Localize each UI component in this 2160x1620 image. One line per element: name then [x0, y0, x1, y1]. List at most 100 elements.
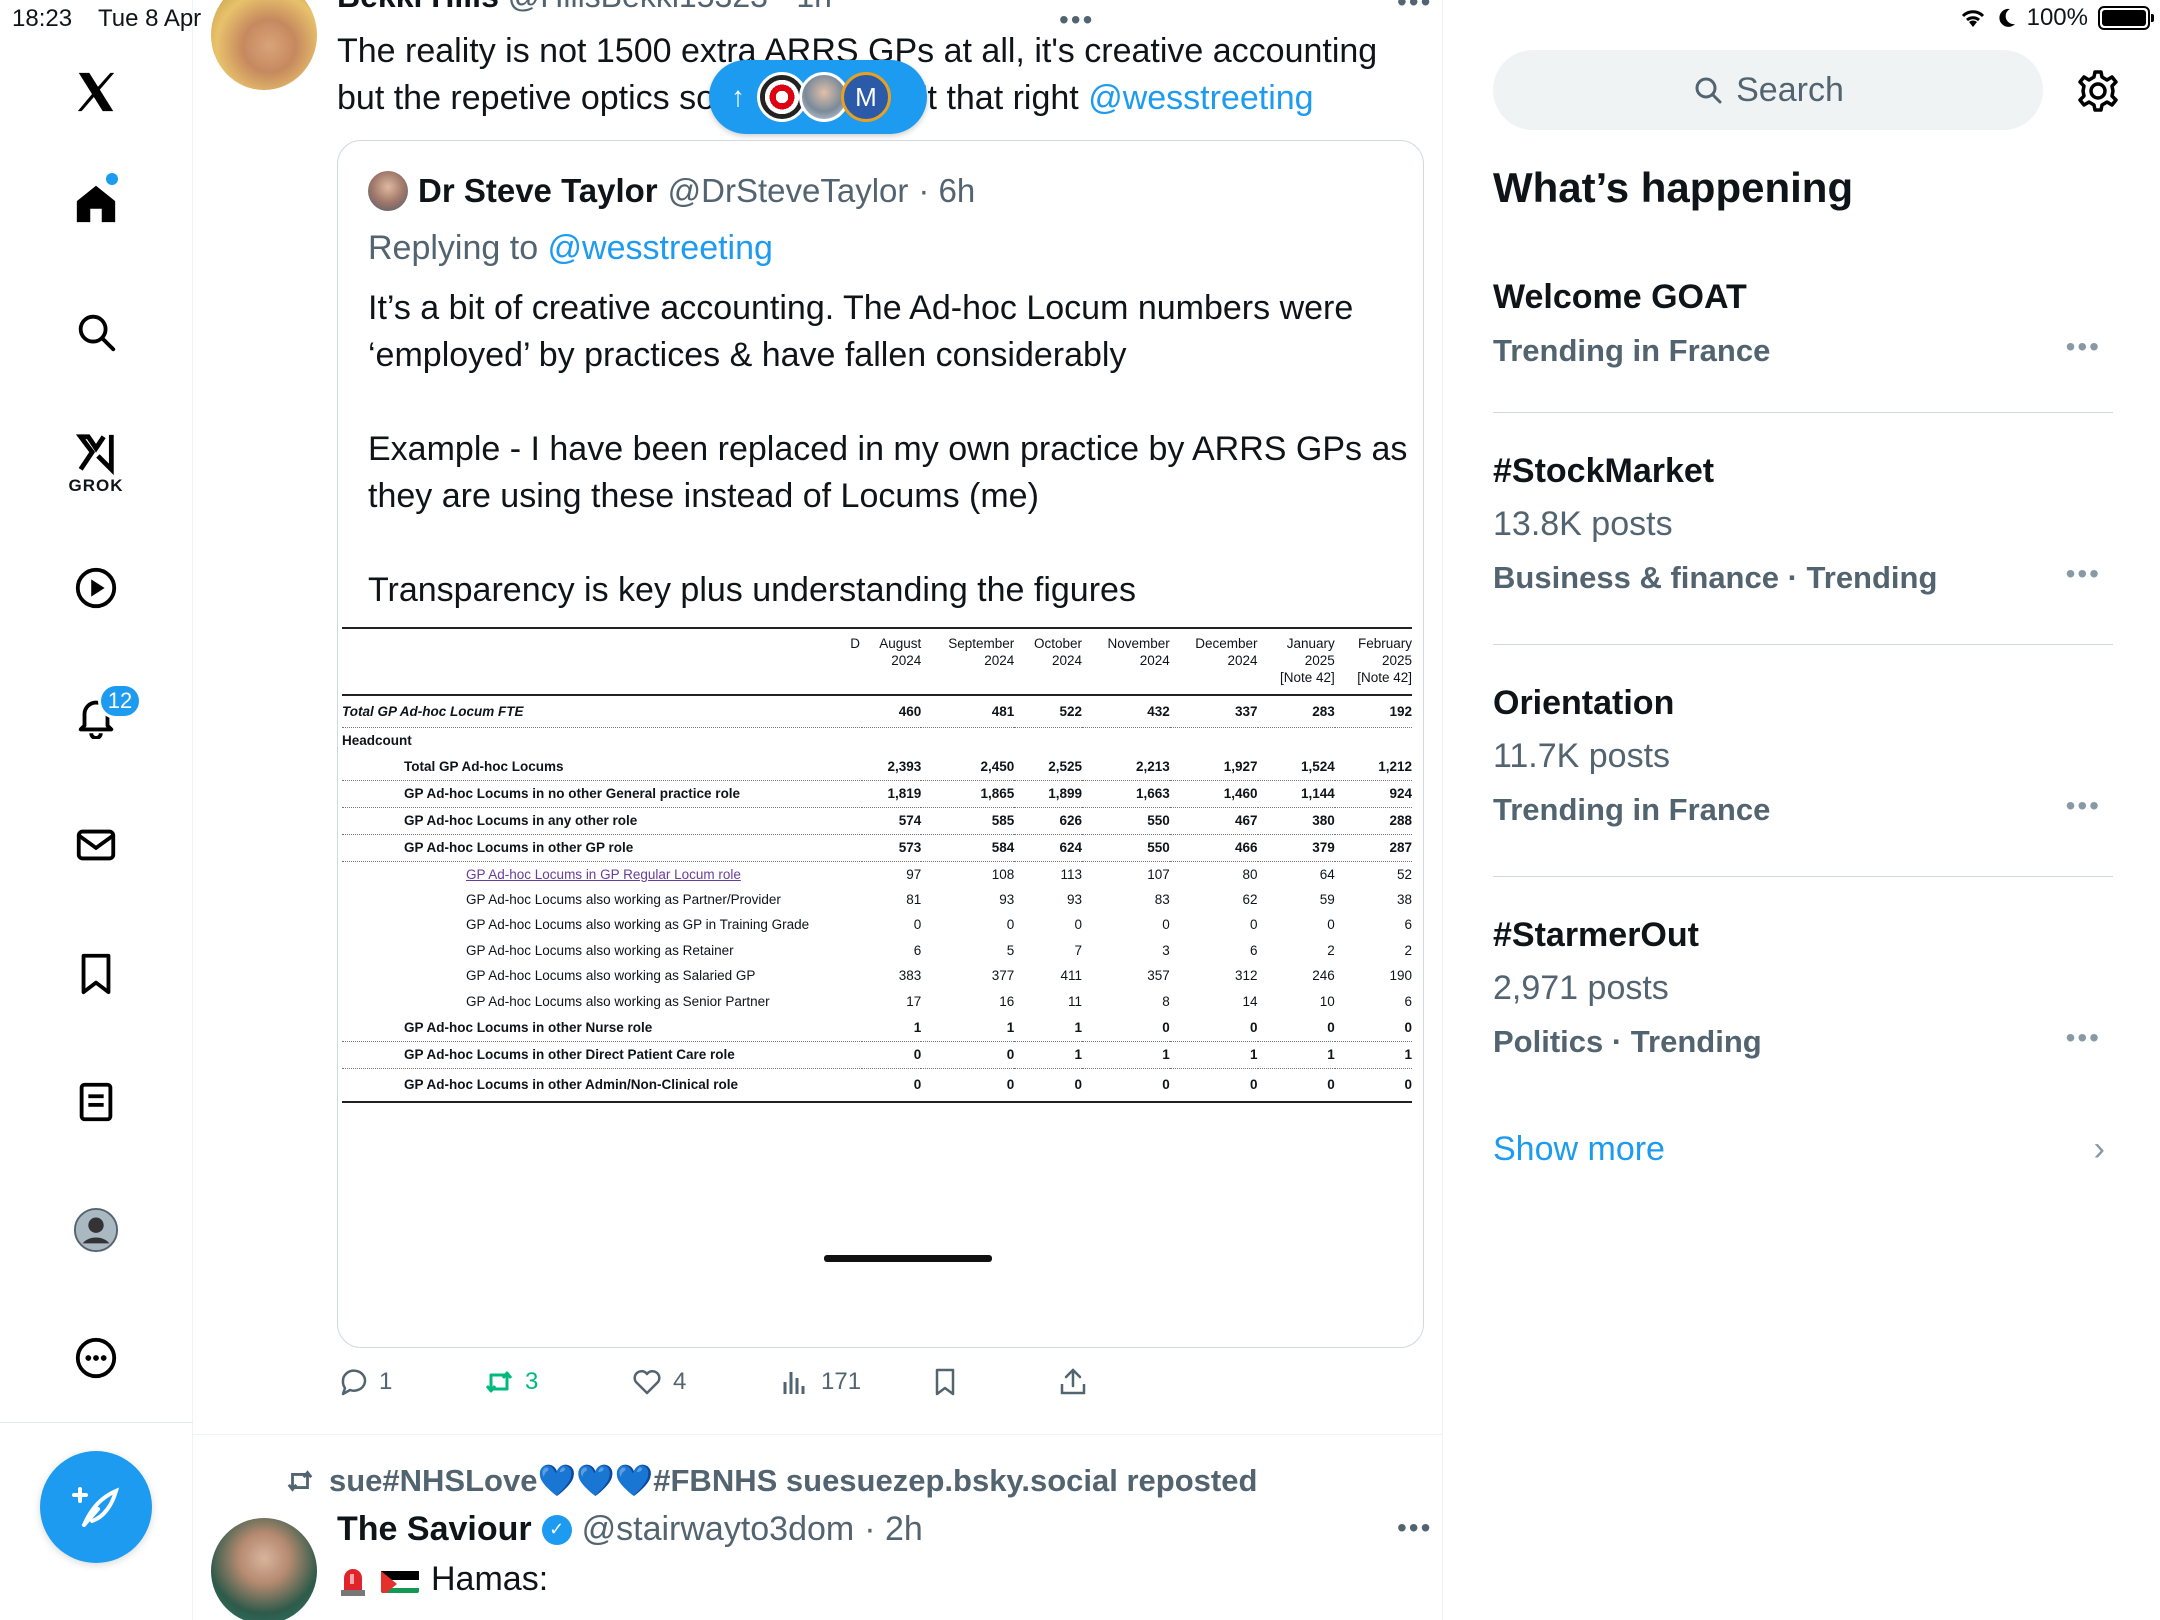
- new-posts-pill[interactable]: ↑ M: [709, 60, 927, 134]
- cell-value: [1258, 727, 1335, 753]
- whats-happening-title: What’s happening: [1493, 164, 1854, 211]
- bookmark-icon: [935, 1368, 955, 1396]
- col-header: September 2024: [921, 627, 1015, 696]
- table-row: GP Ad-hoc Locums in GP Regular Locum rol…: [342, 861, 1412, 887]
- mention-link[interactable]: @wesstreeting: [1088, 79, 1313, 117]
- cell-value: 0: [1250, 917, 1258, 933]
- more-icon[interactable]: [66, 1328, 126, 1388]
- trend-more-icon[interactable]: •••: [2066, 331, 2101, 363]
- profile-icon[interactable]: [66, 1200, 126, 1260]
- trend-divider: [1493, 412, 2113, 413]
- repost-context[interactable]: sue#NHSLove💙💙💙#FBNHS suesuezep.bsky.soci…: [283, 1462, 1257, 1499]
- compose-button[interactable]: [40, 1451, 152, 1563]
- cell-value: 0: [1169, 1068, 1258, 1103]
- like-button[interactable]: 4: [631, 1366, 686, 1398]
- row-label: GP Ad-hoc Locums also working as Senior …: [342, 989, 862, 1015]
- cell-value: 0: [862, 1068, 922, 1103]
- share-button[interactable]: [1057, 1366, 1089, 1398]
- cell-value: 59: [1319, 891, 1335, 907]
- table-image[interactable]: D August 2024 September 2024 October 2024 Nove…: [338, 627, 1423, 1262]
- quote-header: Dr Steve Taylor @DrSteveTaylor · 6h: [368, 171, 975, 211]
- cell-value: 6: [913, 942, 922, 958]
- cell-value: 0: [1014, 1068, 1082, 1103]
- views-button[interactable]: 171: [779, 1366, 861, 1398]
- trend-item[interactable]: #StarmerOut 2,971 posts Politics · Trend…: [1493, 916, 2113, 1060]
- chevron-right-icon: ›: [2093, 1130, 2105, 1168]
- bookmarks-icon[interactable]: [66, 943, 126, 1003]
- col-header-year: 2024: [984, 653, 1015, 668]
- cell-value: 107: [1147, 866, 1170, 882]
- cell-value: 2,213: [1082, 753, 1170, 781]
- row-label: GP Ad-hoc Locums also working as Salarie…: [342, 963, 862, 989]
- row-label: GP Ad-hoc Locums in other Nurse role: [342, 1014, 862, 1042]
- cell-value: 1,899: [1014, 780, 1082, 808]
- lists-icon[interactable]: [66, 1072, 126, 1132]
- more-options-icon[interactable]: •••: [1397, 1512, 1432, 1544]
- cell-value: 52: [1396, 866, 1412, 882]
- table-row: GP Ad-hoc Locums in other GP role 573 584 6…: [342, 834, 1412, 862]
- cell-value: 0: [862, 1041, 922, 1069]
- trend-item[interactable]: #StockMarket 13.8K posts Business & fina…: [1493, 452, 2113, 596]
- cell-value: 113: [1060, 866, 1082, 882]
- trend-item[interactable]: Orientation 11.7K posts Trending in Fran…: [1493, 684, 2113, 828]
- cell-value: 1: [862, 1014, 922, 1042]
- left-nav: GROK 12: [0, 0, 193, 1620]
- cell-value: 1,144: [1257, 780, 1335, 808]
- replying-to-handle[interactable]: @wesstreeting: [548, 229, 773, 267]
- video-icon[interactable]: [66, 558, 126, 618]
- author-handle[interactable]: @stairwayto3dom: [582, 1510, 855, 1549]
- table-row: Total GP Ad-hoc Locum FTE 460 481 522 432 337…: [342, 695, 1412, 728]
- reply-icon: [341, 1369, 367, 1396]
- cell-value: 108: [991, 866, 1015, 882]
- table-row: GP Ad-hoc Locums also working as Senior …: [342, 989, 1412, 1015]
- bookmark-button[interactable]: [929, 1366, 961, 1398]
- cell-value: 7: [1074, 942, 1082, 958]
- trend-more-icon[interactable]: •••: [2066, 1022, 2101, 1054]
- grok-icon[interactable]: [66, 424, 126, 484]
- tweet-header: The Saviour ✓ @stairwayto3dom · 2h: [337, 1510, 923, 1549]
- trend-item[interactable]: Welcome GOAT Trending in France •••: [1493, 278, 2113, 369]
- col-header-year: 2024: [1139, 653, 1170, 668]
- repost-button[interactable]: 3: [483, 1366, 538, 1398]
- col-header-month: February: [1357, 636, 1412, 651]
- table-marker-text: D: [850, 636, 860, 651]
- cell-value: 1,460: [1169, 780, 1258, 808]
- search-icon[interactable]: [66, 302, 126, 362]
- row-label-text: GP Ad-hoc Locums in other Direct Patient…: [404, 1047, 735, 1062]
- cell-value: 467: [1169, 807, 1258, 835]
- cell-value: 924: [1334, 780, 1412, 808]
- cell-value: 1,819: [862, 780, 922, 808]
- tweet-divider: [193, 1434, 1442, 1435]
- heart-icon: [633, 1369, 661, 1395]
- table-row: GP Ad-hoc Locums also working as Retaine…: [342, 938, 1412, 964]
- search-input[interactable]: Search: [1493, 50, 2043, 130]
- cell-value: 38: [1396, 891, 1412, 907]
- table-row: GP Ad-hoc Locums in other Nurse role 1 1 1 0…: [342, 1014, 1412, 1042]
- cell-value: 0: [921, 1068, 1015, 1103]
- author-name[interactable]: The Saviour: [337, 1510, 532, 1549]
- row-label: GP Ad-hoc Locums also working as GP in T…: [342, 912, 862, 938]
- cell-value: 3: [1162, 942, 1170, 958]
- reply-button[interactable]: 1: [337, 1366, 392, 1398]
- cell-value: 62: [1242, 891, 1258, 907]
- trend-posts: 13.8K posts: [1493, 505, 1673, 543]
- cell-value: [1335, 727, 1412, 753]
- cell-value: 0: [1334, 1068, 1412, 1103]
- row-label-text: GP Ad-hoc Locums also working as Senior …: [466, 993, 770, 1009]
- avatar[interactable]: [211, 1518, 317, 1620]
- x-logo-icon[interactable]: [66, 62, 126, 122]
- col-header-year: 2024: [1227, 653, 1258, 668]
- status-bar: 18:23 Tue 8 Apr 100%: [0, 0, 2160, 40]
- cell-value: 574: [862, 807, 922, 835]
- messages-icon[interactable]: [66, 815, 126, 875]
- trend-more-icon[interactable]: •••: [2066, 790, 2101, 822]
- row-label: Total GP Ad-hoc Locum FTE: [342, 695, 862, 728]
- right-sidebar: Search What’s happening Welcome GOAT Tre…: [1443, 0, 2160, 1620]
- show-more-link[interactable]: Show more ›: [1493, 1130, 2113, 1169]
- settings-gear-icon[interactable]: [2073, 66, 2123, 116]
- cell-value: [1014, 727, 1082, 753]
- cell-value: [1082, 727, 1170, 753]
- trend-more-icon[interactable]: •••: [2066, 558, 2101, 590]
- col-header: January 2025 [Note 42]: [1257, 627, 1335, 696]
- quoted-tweet[interactable]: Dr Steve Taylor @DrSteveTaylor · 6h Repl…: [337, 140, 1424, 1348]
